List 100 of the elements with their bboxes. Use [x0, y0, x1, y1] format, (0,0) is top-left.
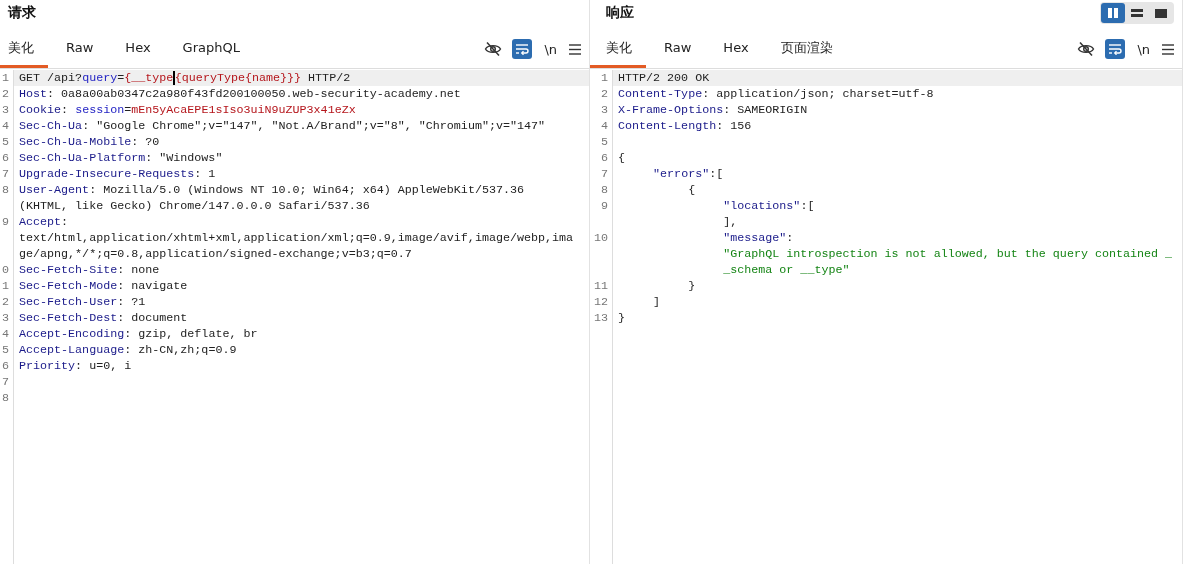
line-number: 2 — [600, 86, 609, 102]
code-token: : "Google Chrome";v="147", "Not.A/Brand";v="8", "Chromium";v="147" — [82, 119, 546, 133]
code-token: : SAMEORIGIN — [723, 103, 808, 117]
columns-icon — [1108, 8, 1118, 18]
code-token: ] — [652, 295, 661, 309]
code-token: = — [124, 103, 132, 117]
line-number: 7 — [1, 374, 10, 390]
code-token: Sec-Ch-Ua-Platform — [19, 151, 146, 165]
code-token: : "Windows" — [145, 151, 223, 165]
wrap-icon — [1108, 43, 1123, 55]
code-token: : none — [117, 263, 160, 277]
code-token: "message" — [723, 231, 787, 245]
line-number: 11 — [592, 278, 609, 294]
code-token: mEn5yAcaEPE1sIso3uiN9uZUP3x41eZx — [131, 103, 356, 117]
code-token: : — [61, 103, 70, 117]
code-token: : 156 — [716, 119, 752, 133]
code-token: User-Agent — [19, 183, 90, 197]
word-wrap-button[interactable] — [1105, 39, 1126, 59]
code-token: Priority — [19, 359, 76, 373]
newline-toggle[interactable]: \n — [542, 41, 559, 57]
line-number: 5 — [1, 134, 10, 150]
line-number: 8 — [600, 182, 609, 198]
code-token: { — [687, 183, 696, 197]
line-number: 8 — [1, 182, 10, 198]
line-number: 3 — [1, 310, 10, 326]
code-token: : navigate — [117, 279, 188, 293]
code-token: (KHTML, like Gecko) Chrome/147.0.0.0 Safari/537.36 — [19, 199, 370, 213]
view-mode-button[interactable] — [1101, 3, 1125, 23]
code-token: : document — [117, 311, 188, 325]
code-token: : application/json; charset=utf-8 — [702, 87, 934, 101]
code-token: "GraphQL introspection is not allowed, but the query contained _ — [723, 247, 1173, 261]
rows-icon — [1131, 9, 1143, 17]
code-token: } — [618, 311, 625, 325]
line-number: 7 — [600, 166, 609, 182]
line-number: 4 — [1, 326, 10, 342]
panel-title: 请求 — [8, 4, 36, 22]
view-tab[interactable]: Raw — [58, 38, 108, 68]
code-token: ge/apng,*/*;q=0.8,application/signed-exchange;v=b3;q=0.7 — [19, 247, 412, 261]
code-token: : zh-CN,zh;q=0.9 — [124, 343, 237, 357]
newline-toggle[interactable]: \n — [1135, 41, 1152, 57]
line-number: 1 — [600, 70, 609, 86]
line-number: 7 — [1, 166, 10, 182]
code-token: X-Frame-Options — [618, 103, 724, 117]
line-number: 9 — [1, 214, 10, 230]
line-number: 13 — [592, 310, 609, 326]
code-token: : — [61, 215, 69, 229]
line-number: 9 — [600, 198, 609, 214]
line-number: 10 — [592, 230, 609, 246]
code-token: HTTP/2 200 OK — [618, 71, 710, 85]
line-number: 2 — [1, 86, 10, 102]
view-tab[interactable]: GraphQL — [174, 38, 254, 68]
eye-slash-icon[interactable] — [1077, 41, 1096, 57]
code-token: : Mozilla/5.0 (Windows NT 10.0; Win64; x64) AppleWebKit/537.36 — [89, 183, 524, 197]
code-token: Sec-Fetch-Mode — [19, 279, 118, 293]
line-number: 4 — [1, 118, 10, 134]
code-token: : u=0, i — [75, 359, 132, 373]
code-token: Content-Type — [618, 87, 703, 101]
code-token: : 0a8a00ab0347c2a980f43fd200100050.web-security-academy.net — [47, 87, 461, 101]
code-token: { — [618, 151, 625, 165]
code-token: {__type — [124, 71, 174, 85]
code-token: : ?1 — [117, 295, 146, 309]
line-number: 5 — [600, 134, 609, 150]
line-number: 6 — [1, 150, 10, 166]
code-token: Accept-Language — [19, 343, 125, 357]
line-number: 3 — [1, 102, 10, 118]
view-tab[interactable]: Raw — [648, 38, 706, 68]
wrap-icon — [515, 43, 530, 55]
menu-icon[interactable] — [569, 43, 581, 55]
code-token: Sec-Fetch-Dest — [19, 311, 118, 325]
code-token: Cookie — [19, 103, 62, 117]
view-tab[interactable]: 页面渲染 — [764, 38, 847, 68]
line-number: 5 — [1, 342, 10, 358]
line-number: 2 — [1, 294, 10, 310]
line-number: 6 — [1, 358, 10, 374]
line-number: 1 — [1, 70, 10, 86]
line-number: 6 — [600, 150, 609, 166]
line-number: 8 — [1, 390, 10, 406]
menu-icon[interactable] — [1162, 43, 1174, 55]
code-token: ], — [722, 215, 738, 229]
code-token: Sec-Fetch-User — [19, 295, 118, 309]
eye-slash-icon[interactable] — [484, 41, 503, 57]
word-wrap-button[interactable] — [512, 39, 533, 59]
code-token: text/html,application/xhtml+xml,application/xml;q=0.9,image/avif,image/webp,ima — [19, 231, 574, 245]
code-token: _schema or __type" — [723, 263, 850, 277]
code-token: {queryType{name}}} — [174, 71, 302, 85]
code-token: Accept — [19, 215, 62, 229]
single-pane-icon — [1155, 8, 1167, 18]
code-token: "locations" — [723, 199, 801, 213]
view-tab[interactable]: Hex — [117, 38, 165, 68]
code-token: query — [82, 71, 118, 85]
code-token: Host — [19, 87, 48, 101]
code-token: "errors" — [653, 167, 710, 181]
line-number: 0 — [1, 262, 10, 278]
code-token: :[ — [709, 167, 724, 181]
view-tab[interactable]: Hex — [707, 38, 763, 68]
code-token: HTTP/2 — [307, 71, 351, 85]
code-token: Content-Length — [618, 119, 717, 133]
code-token: } — [687, 279, 696, 293]
code-token: Sec-Fetch-Site — [19, 263, 118, 277]
code-token: :[ — [800, 199, 815, 213]
